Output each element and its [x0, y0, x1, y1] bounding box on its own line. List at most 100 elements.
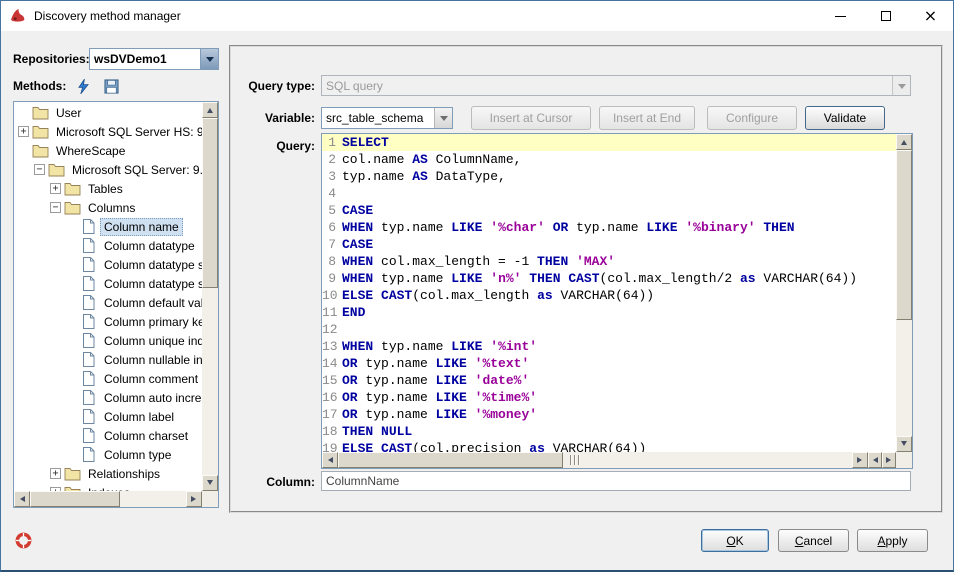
- scroll-down-button[interactable]: [202, 475, 218, 491]
- editor-line[interactable]: 4: [322, 185, 896, 202]
- scroll-up-button[interactable]: [896, 134, 912, 150]
- collapse-icon[interactable]: −: [50, 202, 61, 213]
- close-button[interactable]: ×: [908, 1, 953, 31]
- ok-button[interactable]: OK: [701, 529, 769, 552]
- scroll-left-button[interactable]: [14, 491, 30, 507]
- maximize-button[interactable]: [863, 1, 908, 31]
- chevron-down-icon[interactable]: [200, 49, 218, 69]
- tree-item[interactable]: WhereScape: [14, 141, 202, 160]
- editor-line[interactable]: 6WHEN typ.name LIKE '%char' OR typ.name …: [322, 219, 896, 236]
- scroll-left-button[interactable]: [868, 452, 882, 468]
- code-text: CASE: [342, 202, 896, 219]
- tree-item[interactable]: Column datatype s: [14, 255, 202, 274]
- editor-line[interactable]: 9WHEN typ.name LIKE 'n%' THEN CAST(col.m…: [322, 270, 896, 287]
- tree-item[interactable]: +Relationships: [14, 464, 202, 483]
- scroll-right-button[interactable]: [186, 491, 202, 507]
- expand-icon[interactable]: +: [50, 468, 61, 479]
- configure-button[interactable]: Configure: [707, 106, 797, 130]
- tree-item[interactable]: Column datatype s: [14, 274, 202, 293]
- variable-combobox[interactable]: src_table_schema: [321, 107, 453, 129]
- scroll-right-button[interactable]: [852, 452, 868, 468]
- editor-secondary-horizontal-scrollbar[interactable]: [868, 452, 896, 468]
- tree-item[interactable]: Column comment: [14, 369, 202, 388]
- repositories-combobox[interactable]: wsDVDemo1: [89, 48, 219, 70]
- repositories-label: Repositories:: [13, 52, 89, 66]
- document-icon: [80, 314, 97, 329]
- tree-item-label: Column label: [100, 408, 178, 426]
- tree-item-label: WhereScape: [52, 142, 129, 160]
- line-number: 14: [322, 355, 342, 372]
- tree-item[interactable]: Column charset: [14, 426, 202, 445]
- cancel-button[interactable]: Cancel: [778, 529, 849, 552]
- insert-at-cursor-button[interactable]: Insert at Cursor: [471, 106, 591, 130]
- editor-line[interactable]: 15OR typ.name LIKE 'date%': [322, 372, 896, 389]
- tree-item[interactable]: Column auto incre: [14, 388, 202, 407]
- tree-vertical-scrollbar[interactable]: [202, 102, 218, 491]
- folder-icon: [64, 200, 81, 215]
- scroll-left-button[interactable]: [322, 452, 338, 468]
- tree-item[interactable]: −Columns: [14, 198, 202, 217]
- line-number: 17: [322, 406, 342, 423]
- editor-line[interactable]: 1SELECT: [322, 134, 896, 151]
- editor-line[interactable]: 5CASE: [322, 202, 896, 219]
- editor-line[interactable]: 14OR typ.name LIKE '%text': [322, 355, 896, 372]
- lightning-button[interactable]: [73, 77, 93, 95]
- tree-item[interactable]: User: [14, 103, 202, 122]
- editor-line[interactable]: 16OR typ.name LIKE '%time%': [322, 389, 896, 406]
- scroll-thumb[interactable]: [30, 491, 120, 507]
- code-text: SELECT: [342, 134, 896, 151]
- window-title: Discovery method manager: [34, 9, 181, 23]
- validate-button[interactable]: Validate: [805, 106, 885, 130]
- line-number: 15: [322, 372, 342, 389]
- splitter-grip[interactable]: [570, 455, 580, 465]
- editor-line[interactable]: 7CASE: [322, 236, 896, 253]
- title-bar: Discovery method manager ×: [1, 1, 953, 31]
- editor-horizontal-scrollbar[interactable]: [322, 452, 868, 468]
- close-icon: ×: [924, 8, 937, 24]
- editor-line[interactable]: 3typ.name AS DataType,: [322, 168, 896, 185]
- tree-item[interactable]: −Microsoft SQL Server: 9.0 -: [14, 160, 202, 179]
- tree-item[interactable]: Column unique ind: [14, 331, 202, 350]
- apply-button[interactable]: Apply: [857, 529, 928, 552]
- editor-view[interactable]: 1SELECT2col.name AS ColumnName,3typ.name…: [322, 134, 896, 452]
- expand-icon[interactable]: +: [18, 126, 29, 137]
- scroll-down-button[interactable]: [896, 436, 912, 452]
- chevron-down-icon[interactable]: [434, 108, 452, 128]
- minimize-button[interactable]: [818, 1, 863, 31]
- editor-line[interactable]: 2col.name AS ColumnName,: [322, 151, 896, 168]
- tree-item[interactable]: Column primary ke: [14, 312, 202, 331]
- editor-line[interactable]: 18THEN NULL: [322, 423, 896, 440]
- tree-item-label: Column type: [100, 446, 175, 464]
- tree-item[interactable]: Column type: [14, 445, 202, 464]
- editor-line[interactable]: 12: [322, 321, 896, 338]
- scroll-right-button[interactable]: [882, 452, 896, 468]
- editor-line[interactable]: 11END: [322, 304, 896, 321]
- scroll-up-button[interactable]: [202, 102, 218, 118]
- editor-line[interactable]: 13WHEN typ.name LIKE '%int': [322, 338, 896, 355]
- save-button[interactable]: [101, 77, 121, 95]
- collapse-icon[interactable]: −: [34, 164, 45, 175]
- line-number: 8: [322, 253, 342, 270]
- editor-line[interactable]: 10ELSE CAST(col.max_length as VARCHAR(64…: [322, 287, 896, 304]
- scroll-thumb[interactable]: [338, 452, 563, 468]
- editor-line[interactable]: 8WHEN col.max_length = -1 THEN 'MAX': [322, 253, 896, 270]
- tree-item[interactable]: +Indexes: [14, 483, 202, 491]
- editor-line[interactable]: 19ELSE CAST(col.precision as VARCHAR(64)…: [322, 440, 896, 452]
- sql-editor[interactable]: 1SELECT2col.name AS ColumnName,3typ.name…: [321, 133, 913, 469]
- tree-item[interactable]: Column default val: [14, 293, 202, 312]
- scroll-thumb[interactable]: [896, 150, 912, 320]
- insert-at-end-button[interactable]: Insert at End: [599, 106, 695, 130]
- tree-item[interactable]: Column label: [14, 407, 202, 426]
- editor-vertical-scrollbar[interactable]: [896, 134, 912, 452]
- tree-horizontal-scrollbar[interactable]: [14, 491, 202, 507]
- tree-item-label: Column unique ind: [100, 332, 202, 350]
- scroll-thumb[interactable]: [202, 118, 218, 288]
- tree-item[interactable]: Column nullable in: [14, 350, 202, 369]
- tree-item[interactable]: +Tables: [14, 179, 202, 198]
- tree-item[interactable]: Column datatype: [14, 236, 202, 255]
- column-field[interactable]: ColumnName: [321, 471, 911, 491]
- tree-item[interactable]: Column name: [14, 217, 202, 236]
- expand-icon[interactable]: +: [50, 183, 61, 194]
- tree-item[interactable]: +Microsoft SQL Server HS: 9: [14, 122, 202, 141]
- editor-line[interactable]: 17OR typ.name LIKE '%money': [322, 406, 896, 423]
